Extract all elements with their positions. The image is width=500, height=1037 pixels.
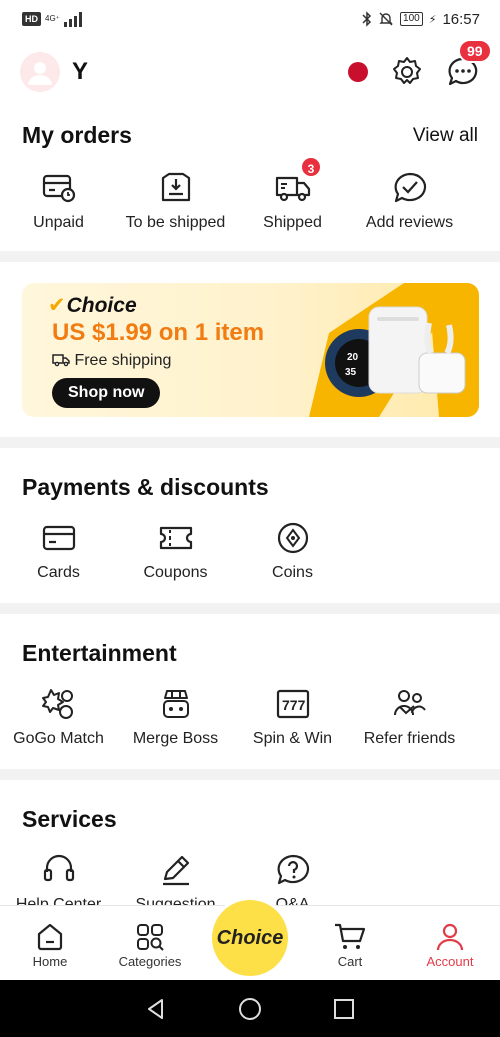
orders-section: My orders View all Unpaid To be shipped … bbox=[0, 106, 500, 251]
order-shipped-label: Shipped bbox=[263, 214, 322, 231]
refer-friends-label: Refer friends bbox=[363, 730, 456, 747]
order-unpaid-label: Unpaid bbox=[33, 214, 84, 231]
messages-button[interactable]: 99 bbox=[446, 39, 492, 89]
refer-friends-icon bbox=[393, 690, 426, 716]
cart-icon bbox=[335, 923, 366, 949]
messages-count-badge: 99 bbox=[458, 39, 492, 63]
headset-icon bbox=[43, 854, 74, 882]
game-merge-boss-label: Merge Boss bbox=[132, 730, 219, 747]
package-down-icon bbox=[161, 172, 190, 202]
battery-icon: 100 bbox=[400, 12, 423, 26]
payment-coupons[interactable]: Coupons bbox=[117, 518, 234, 582]
account-icon bbox=[436, 923, 464, 951]
service-help-center[interactable]: Help Center bbox=[0, 850, 117, 905]
payments-title: Payments & discounts bbox=[22, 474, 269, 500]
wallet-clock-icon bbox=[42, 174, 75, 203]
nav-cart[interactable]: Cart bbox=[300, 906, 400, 980]
choice-promo-banner[interactable]: ✔Choice US $1.99 on 1 item Free shipping… bbox=[22, 283, 479, 417]
username[interactable]: Y bbox=[72, 58, 88, 86]
account-header: Y 99 bbox=[0, 38, 500, 106]
banner-products-image: 20 35 bbox=[309, 283, 479, 417]
entertainment-title: Entertainment bbox=[22, 640, 177, 666]
view-all-orders-link[interactable]: View all bbox=[413, 125, 478, 147]
payment-cards-label: Cards bbox=[37, 564, 80, 581]
payments-section: Payments & discounts Cards Coupons Coins bbox=[0, 448, 500, 603]
user-avatar-icon bbox=[28, 62, 52, 85]
payment-cards[interactable]: Cards bbox=[0, 518, 117, 582]
refer-friends[interactable]: Refer friends bbox=[351, 684, 468, 748]
recents-icon[interactable] bbox=[332, 997, 356, 1021]
svg-text:35: 35 bbox=[345, 367, 357, 378]
coin-icon bbox=[277, 522, 308, 554]
order-to-be-shipped-label: To be shipped bbox=[125, 214, 226, 231]
entertainment-section: Entertainment GoGo Match Merge Boss 777 … bbox=[0, 614, 500, 769]
network-type: 4G⁺ bbox=[45, 14, 60, 23]
game-spin-win[interactable]: 777 Spin & Win bbox=[234, 684, 351, 748]
services-title: Services bbox=[22, 806, 117, 832]
merge-boss-icon bbox=[162, 690, 189, 718]
service-qa[interactable]: Q&A bbox=[234, 850, 351, 905]
nav-choice-button[interactable]: Choice bbox=[212, 900, 288, 976]
hd-icon: HD bbox=[22, 12, 41, 26]
bluetooth-icon bbox=[362, 11, 372, 27]
nav-choice-label: Choice bbox=[216, 926, 284, 949]
payment-coins-label: Coins bbox=[272, 564, 313, 581]
game-merge-boss[interactable]: Merge Boss bbox=[117, 684, 234, 748]
orders-title: My orders bbox=[22, 122, 132, 148]
service-suggestion-label: Suggestion bbox=[135, 896, 216, 905]
services-section: Services Help Center Suggestion Q&A bbox=[0, 780, 500, 905]
service-help-center-label: Help Center bbox=[15, 896, 102, 905]
payment-coupons-label: Coupons bbox=[143, 564, 208, 581]
slot-777-icon: 777 bbox=[276, 689, 309, 719]
signal-icon bbox=[63, 11, 82, 27]
home-icon bbox=[37, 923, 63, 951]
shipped-count-badge: 3 bbox=[300, 156, 322, 178]
nav-account[interactable]: Account bbox=[400, 906, 500, 980]
country-flag-icon[interactable] bbox=[348, 62, 368, 82]
clock: 16:57 bbox=[442, 10, 480, 28]
coupon-icon bbox=[159, 526, 192, 550]
service-suggestion[interactable]: Suggestion bbox=[117, 850, 234, 905]
nav-home-label: Home bbox=[32, 954, 68, 969]
categories-icon bbox=[137, 924, 164, 951]
order-add-reviews[interactable]: Add reviews bbox=[351, 168, 468, 232]
promo-text: US $1.99 on 1 item bbox=[52, 319, 265, 346]
order-shipped[interactable]: 3 Shipped bbox=[234, 156, 351, 232]
svg-text:777: 777 bbox=[282, 697, 306, 713]
pencil-icon bbox=[162, 855, 189, 886]
choice-logo-text: Choice bbox=[66, 294, 137, 317]
gogo-match-icon bbox=[41, 689, 73, 719]
game-gogo-match[interactable]: GoGo Match bbox=[0, 684, 117, 748]
game-spin-win-label: Spin & Win bbox=[252, 730, 333, 747]
charging-icon: ⚡ bbox=[428, 13, 437, 26]
order-to-be-shipped[interactable]: To be shipped bbox=[117, 168, 234, 232]
system-navigation-bar bbox=[0, 980, 500, 1037]
status-bar: HD 4G⁺ 100 ⚡ 16:57 bbox=[0, 0, 500, 38]
nav-home[interactable]: Home bbox=[0, 906, 100, 980]
question-icon bbox=[277, 854, 309, 885]
order-add-reviews-label: Add reviews bbox=[365, 214, 454, 231]
svg-text:20: 20 bbox=[347, 352, 359, 363]
mute-bell-icon bbox=[379, 12, 393, 26]
avatar[interactable] bbox=[20, 52, 60, 92]
home-circle-icon[interactable] bbox=[237, 996, 263, 1022]
payment-coins[interactable]: Coins bbox=[234, 518, 351, 582]
nav-cart-label: Cart bbox=[337, 954, 363, 969]
free-shipping-text: Free shipping bbox=[74, 352, 172, 369]
nav-account-label: Account bbox=[426, 954, 474, 969]
shop-now-button[interactable]: Shop now bbox=[52, 378, 161, 408]
card-icon bbox=[42, 525, 75, 551]
review-chat-icon bbox=[394, 172, 426, 203]
back-icon[interactable] bbox=[144, 997, 168, 1021]
settings-gear-icon[interactable] bbox=[390, 55, 424, 89]
game-gogo-match-label: GoGo Match bbox=[13, 730, 104, 747]
delivery-truck-icon bbox=[52, 354, 70, 367]
free-shipping-line: Free shipping bbox=[52, 352, 171, 370]
nav-categories[interactable]: Categories bbox=[100, 906, 200, 980]
order-unpaid[interactable]: Unpaid bbox=[0, 168, 117, 232]
choice-logo: ✔Choice bbox=[48, 294, 137, 317]
nav-categories-label: Categories bbox=[118, 954, 182, 969]
